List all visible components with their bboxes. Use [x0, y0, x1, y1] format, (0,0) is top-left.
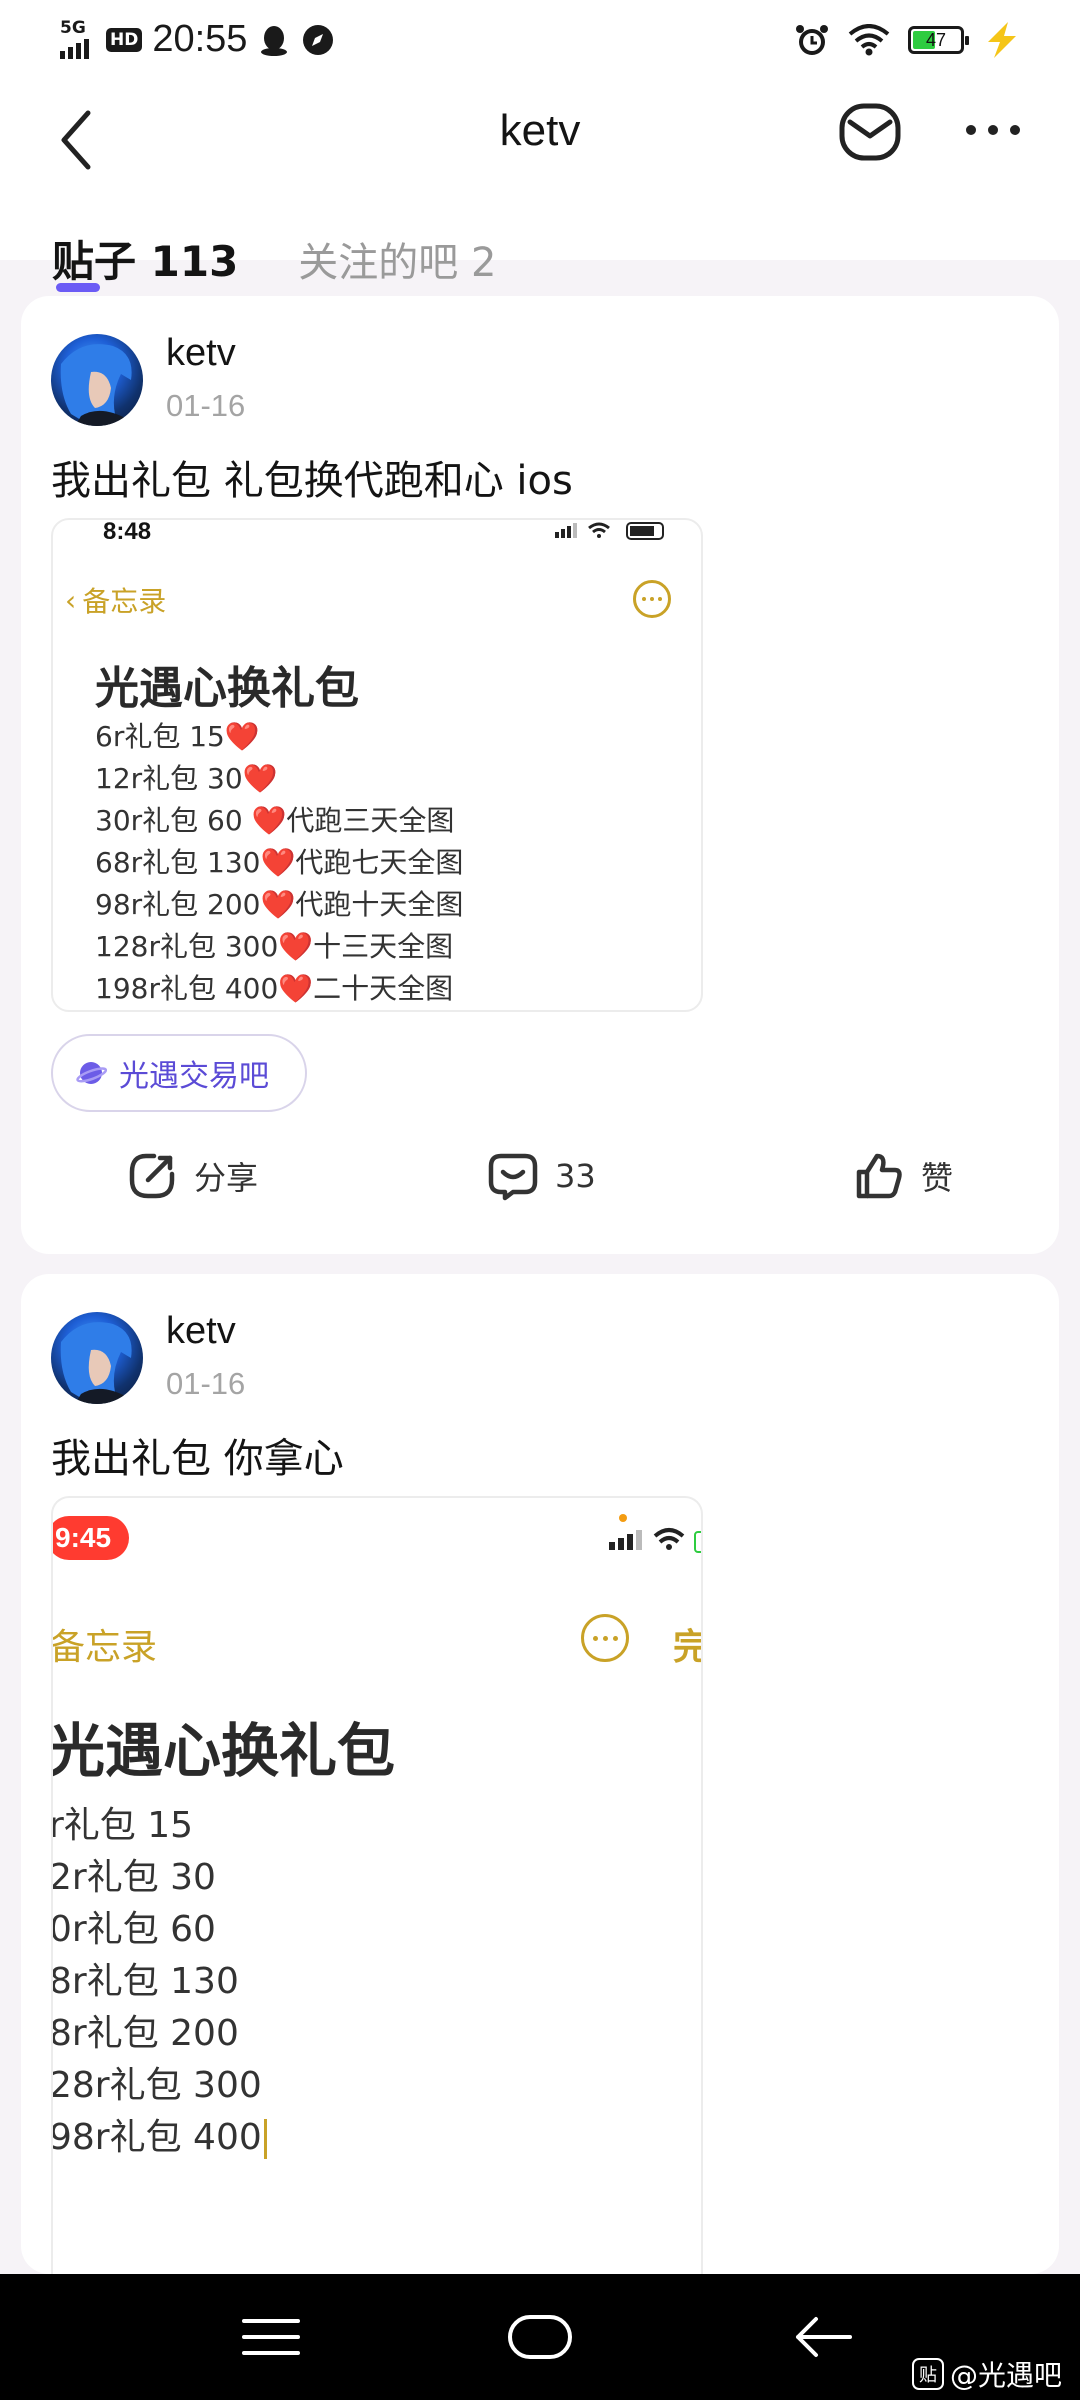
- signal-group: 5G: [60, 20, 96, 59]
- image-title: 光遇心换礼包: [51, 1717, 396, 1785]
- post-date: 01-16: [166, 388, 246, 423]
- back-arrow-icon: [796, 2317, 852, 2357]
- image-back-label: 备忘录: [82, 585, 167, 618]
- text-cursor: [263, 2119, 267, 2159]
- signal-icon: [60, 39, 89, 59]
- image-more-icon: [633, 580, 671, 618]
- post-card[interactable]: ketv 01-16 我出礼包 礼包换代跑和心 ios 8:48 ‹ 备忘录 光…: [21, 296, 1059, 1254]
- post-date: 01-16: [166, 1366, 246, 1401]
- status-bar: 5G HD 20:55 47: [0, 0, 1080, 80]
- post-image[interactable]: 8:48 ‹ 备忘录 光遇心换礼包 6r礼包 15❤️ 12r礼包 30❤️ 3…: [51, 518, 703, 1012]
- post-author[interactable]: ketv: [166, 1310, 236, 1353]
- comment-icon: [488, 1153, 538, 1201]
- like-label: 赞: [921, 1159, 954, 1197]
- menu-icon: [242, 2319, 300, 2355]
- like-button[interactable]: 赞: [853, 1150, 953, 1202]
- wifi-icon: [848, 24, 890, 56]
- status-left: 5G HD 20:55: [60, 18, 335, 61]
- qq-icon: [261, 25, 288, 56]
- share-label: 分享: [194, 1159, 259, 1197]
- image-list-line: 30r礼包 60 ❤️代跑三天全图: [95, 804, 455, 837]
- watermark-text: @光遇吧: [949, 2359, 1062, 2392]
- battery-level: 47: [925, 29, 947, 50]
- header: ketv 贴子 113 关注的吧 2: [0, 80, 1080, 292]
- page-title: ketv: [499, 106, 581, 155]
- mail-icon: [839, 103, 901, 161]
- hd-badge: HD: [106, 27, 143, 52]
- status-time: 20:55: [152, 18, 248, 60]
- more-icon-dot: [1010, 125, 1020, 135]
- image-list-line: 8r礼包 130: [51, 1961, 239, 2002]
- post-text[interactable]: 我出礼包 礼包换代跑和心 ios: [51, 448, 573, 506]
- share-icon: [129, 1153, 175, 1199]
- avatar[interactable]: [51, 334, 143, 426]
- more-icon-dot: [988, 125, 998, 135]
- image-done-label: 完: [673, 1618, 701, 1670]
- forum-tag-button[interactable]: 光遇交易吧: [51, 1034, 307, 1112]
- home-icon: [508, 2315, 572, 2359]
- image-list-line: 12r礼包 30❤️: [95, 762, 278, 795]
- post-author[interactable]: ketv: [166, 332, 236, 375]
- image-more-icon: [581, 1614, 629, 1662]
- mail-button[interactable]: [836, 98, 904, 166]
- more-button[interactable]: [966, 110, 1036, 150]
- image-list-line: 198r礼包 400❤️二十天全图: [95, 972, 454, 1005]
- tieba-icon: 贴: [911, 2358, 944, 2390]
- battery-icon: 47: [908, 26, 969, 54]
- comment-button[interactable]: 33: [487, 1150, 596, 1202]
- image-list-line: 98r礼包 400: [51, 2117, 262, 2158]
- image-back-label: 备忘录: [51, 1627, 158, 1668]
- image-list-line: 128r礼包 300❤️十三天全图: [95, 930, 454, 963]
- avatar-image: [60, 344, 132, 426]
- avatar[interactable]: [51, 1312, 143, 1404]
- status-right: 47: [794, 22, 1022, 58]
- image-list: 6r礼包 15❤️ 12r礼包 30❤️ 30r礼包 60 ❤️代跑三天全图 6…: [95, 716, 463, 1010]
- more-icon: [966, 125, 976, 135]
- active-tab-indicator: [56, 283, 100, 292]
- image-list-line: 98r礼包 200❤️代跑十天全图: [95, 888, 464, 921]
- image-list-line: 68r礼包 130❤️代跑七天全图: [95, 846, 464, 879]
- network-type: 5G: [60, 18, 86, 38]
- image-list-line: 6r礼包 15❤️: [95, 720, 260, 753]
- nav-home-button[interactable]: [505, 2307, 575, 2367]
- image-privacy-dot: [619, 1514, 627, 1522]
- watermark: 贴 @光遇吧: [911, 2354, 1062, 2394]
- image-list-last-line: 98r礼包 400: [51, 2112, 267, 2164]
- image-title: 光遇心换礼包: [95, 663, 359, 714]
- image-status-time: 8:48: [103, 518, 152, 545]
- compass-icon: [303, 24, 334, 55]
- tab-followed-forums[interactable]: 关注的吧 2: [298, 230, 496, 288]
- comment-count: 33: [555, 1157, 596, 1195]
- nav-menu-button[interactable]: [236, 2307, 306, 2367]
- thumbs-up-icon: [856, 1153, 902, 1199]
- chevron-left-icon: ‹: [65, 583, 77, 617]
- post-actions: 分享 33 赞: [21, 1150, 1059, 1230]
- alarm-icon: [796, 25, 828, 55]
- nav-back-button[interactable]: [788, 2307, 858, 2367]
- image-list-line: 2r礼包 30: [51, 1857, 216, 1898]
- avatar-image: [60, 1322, 132, 1404]
- image-back-nav: ‹ 备忘录: [65, 580, 166, 620]
- image-status-icons: [555, 522, 664, 540]
- profile-tabs: 贴子 113 关注的吧 2: [52, 228, 496, 289]
- image-list-line: 28r礼包 300: [51, 2065, 262, 2106]
- post-text[interactable]: 我出礼包 你拿心: [51, 1426, 344, 1484]
- image-status-icons: [609, 1528, 701, 1553]
- tab-posts[interactable]: 贴子 113: [52, 228, 238, 289]
- image-status-time: 9:45: [53, 1516, 130, 1560]
- image-list-line: 0r礼包 60: [51, 1909, 216, 1950]
- planet-icon: [76, 1062, 107, 1084]
- system-nav-bar: 贴 @光遇吧: [0, 2274, 1080, 2400]
- post-image[interactable]: 9:45 备忘录 完 光遇心换礼包 r礼包 15 2r礼包 30 0r礼包 60…: [51, 1496, 703, 2274]
- charging-icon: [988, 22, 1016, 58]
- image-list-line: r礼包 15: [51, 1805, 194, 1846]
- forum-tag-label: 光遇交易吧: [119, 1059, 269, 1094]
- share-button[interactable]: 分享: [126, 1150, 258, 1202]
- image-list: r礼包 15 2r礼包 30 0r礼包 60 8r礼包 130 8r礼包 200…: [51, 1800, 267, 2164]
- image-list-line: 8r礼包 200: [51, 2013, 239, 2054]
